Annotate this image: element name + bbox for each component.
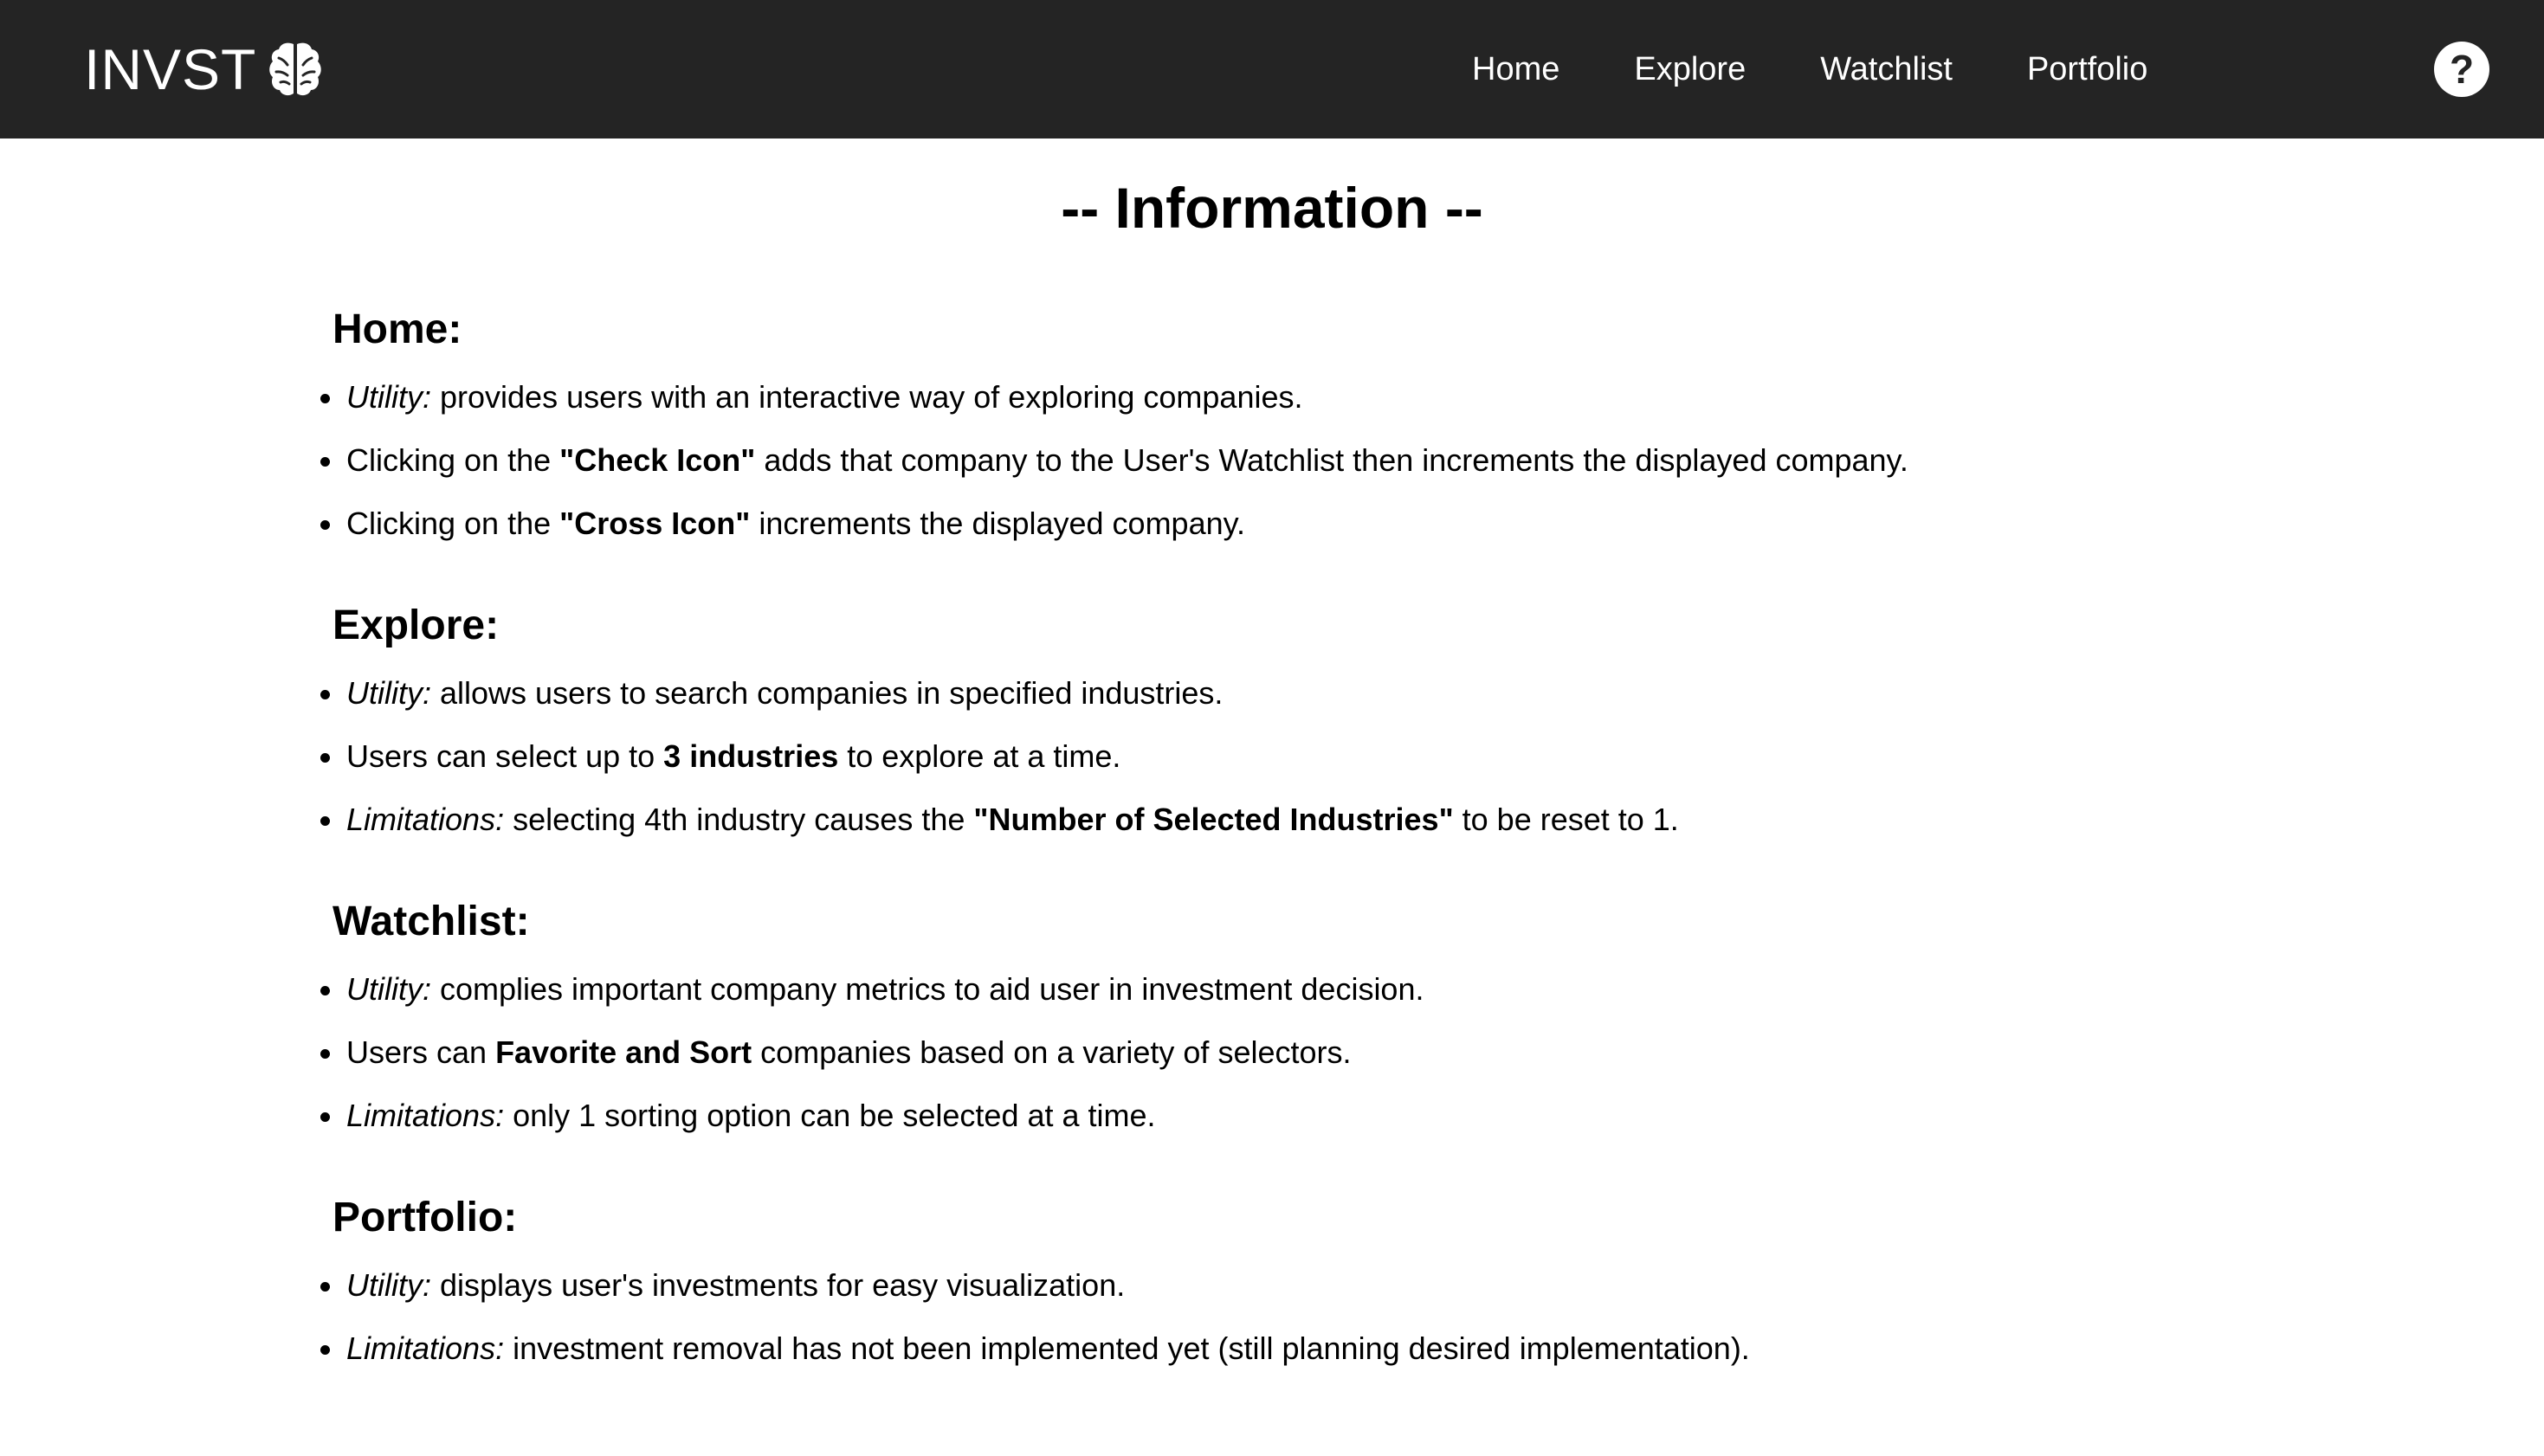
home-list: Utility: provides users with an interact… — [320, 379, 2324, 542]
item-label: Limitations: — [346, 1330, 505, 1366]
list-item: Limitations: investment removal has not … — [320, 1330, 2324, 1367]
item-text: only 1 sorting option can be selected at… — [504, 1098, 1156, 1133]
watchlist-list: Utility: complies important company metr… — [320, 971, 2324, 1134]
page-title: -- Information -- — [1061, 176, 1483, 240]
item-label: Utility: — [346, 379, 431, 415]
item-emphasis: "Check Icon" — [559, 442, 756, 478]
item-text: displays user's investments for easy vis… — [431, 1267, 1126, 1303]
list-item: Limitations: selecting 4th industry caus… — [320, 802, 2324, 838]
nav-watchlist-link[interactable]: Watchlist — [1820, 51, 1953, 88]
brand-logo[interactable]: INVST — [84, 33, 322, 106]
item-text: adds that company to the User's Watchlis… — [755, 442, 1908, 478]
item-text: Clicking on the — [346, 506, 560, 541]
section-heading: Home: — [333, 306, 462, 352]
item-text: Users can — [346, 1034, 496, 1070]
list-item: Limitations: only 1 sorting option can b… — [320, 1098, 2324, 1134]
item-label: Utility: — [346, 675, 431, 711]
item-text: provides users with an interactive way o… — [431, 379, 1303, 415]
item-text: to be reset to 1. — [1453, 802, 1679, 837]
section-heading: Watchlist: — [333, 899, 530, 944]
item-label: Limitations: — [346, 802, 505, 837]
list-item: Utility: provides users with an interact… — [320, 379, 2324, 416]
help-icon[interactable]: ? — [2434, 42, 2489, 97]
brand-name: INVST — [84, 37, 257, 101]
item-label: Utility: — [346, 971, 431, 1007]
item-label: Utility: — [346, 1267, 431, 1303]
item-text: complies important company metrics to ai… — [431, 971, 1424, 1007]
item-text: increments the displayed company. — [750, 506, 1245, 541]
item-emphasis: "Cross Icon" — [559, 506, 751, 541]
list-item: Clicking on the "Cross Icon" increments … — [320, 506, 2324, 542]
item-emphasis: 3 industries — [663, 738, 839, 774]
top-navbar: INVST Home Explore Watchlist Portfolio ? — [0, 0, 2544, 139]
item-text: selecting 4th industry causes the — [504, 802, 974, 837]
info-content: Home: Utility: provides users with an in… — [320, 296, 2324, 1417]
item-text: Users can select up to — [346, 738, 664, 774]
main-nav: Home Explore Watchlist Portfolio — [1472, 0, 2222, 139]
explore-section: Explore: Utility: allows users to search… — [320, 592, 2324, 838]
section-heading: Portfolio: — [333, 1195, 518, 1240]
list-item: Utility: displays user's investments for… — [320, 1267, 2324, 1304]
watchlist-section: Watchlist: Utility: complies important c… — [320, 888, 2324, 1134]
item-label: Limitations: — [346, 1098, 505, 1133]
nav-home-link[interactable]: Home — [1472, 51, 1559, 88]
nav-portfolio-link[interactable]: Portfolio — [2027, 51, 2147, 88]
list-item: Utility: allows users to search companie… — [320, 675, 2324, 712]
item-text: investment removal has not been implemen… — [504, 1330, 1750, 1366]
home-section: Home: Utility: provides users with an in… — [320, 296, 2324, 542]
item-text: allows users to search companies in spec… — [431, 675, 1224, 711]
item-emphasis: Favorite and Sort — [495, 1034, 752, 1070]
list-item: Utility: complies important company metr… — [320, 971, 2324, 1008]
nav-explore-link[interactable]: Explore — [1634, 51, 1746, 88]
explore-list: Utility: allows users to search companie… — [320, 675, 2324, 838]
portfolio-section: Portfolio: Utility: displays user's inve… — [320, 1184, 2324, 1367]
item-text: companies based on a variety of selector… — [752, 1034, 1352, 1070]
item-emphasis: "Number of Selected Industries" — [973, 802, 1454, 837]
list-item: Clicking on the "Check Icon" adds that c… — [320, 442, 2324, 479]
brain-icon — [269, 42, 322, 96]
portfolio-list: Utility: displays user's investments for… — [320, 1267, 2324, 1367]
section-heading: Explore: — [333, 602, 500, 648]
help-glyph: ? — [2449, 47, 2475, 92]
item-text: Clicking on the — [346, 442, 560, 478]
list-item: Users can Favorite and Sort companies ba… — [320, 1034, 2324, 1071]
item-text: to explore at a time. — [838, 738, 1121, 774]
list-item: Users can select up to 3 industries to e… — [320, 738, 2324, 775]
